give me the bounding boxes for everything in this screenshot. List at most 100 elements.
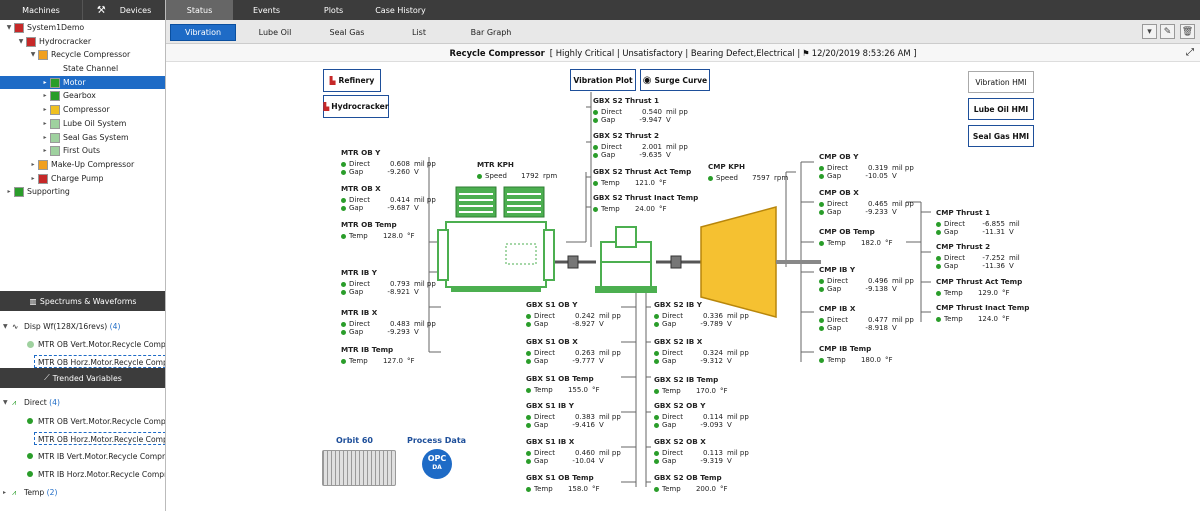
measurement-row[interactable]: Speed 1792 rpm	[477, 172, 557, 180]
tree-item[interactable]: ▼ System1Demo	[0, 21, 165, 35]
measurement-row[interactable]: Temp 158.0 °F	[526, 485, 600, 493]
delete-icon[interactable]: 🗑	[1180, 24, 1195, 39]
tab-machines[interactable]: Machines	[0, 0, 82, 20]
measurement-row[interactable]: Direct 0.460 mil pp	[526, 449, 621, 457]
measurement-row[interactable]: Gap -9.293 V	[341, 328, 419, 336]
subtab-vibration[interactable]: Vibration	[170, 24, 236, 41]
tree-item[interactable]: ▼ Hydrocracker	[0, 35, 165, 49]
measurement-row[interactable]: Gap -11.36 V	[936, 262, 1014, 270]
tree-item[interactable]: ▸ Make-Up Compressor	[0, 158, 165, 172]
measurement-row[interactable]: Gap -8.927 V	[526, 320, 604, 328]
tab-plots[interactable]: Plots	[300, 0, 367, 20]
measurement-row[interactable]: Direct 0.793 mil pp	[341, 280, 436, 288]
measurement-row[interactable]: Direct 0.465 mil pp	[819, 200, 914, 208]
measurement-row[interactable]: Direct 2.001 mil pp	[593, 143, 688, 151]
measurement-row[interactable]: Speed 7597 rpm	[708, 174, 788, 182]
orbit-60-rack-icon[interactable]	[322, 450, 396, 486]
measurement-row[interactable]: Direct 0.324 mil pp	[654, 349, 749, 357]
tree-item[interactable]: ▸ Motor	[0, 75, 165, 90]
vibration-plot-button[interactable]: Vibration Plot	[570, 69, 636, 91]
measurement-row[interactable]: Direct 0.540 mil pp	[593, 108, 688, 116]
edit-icon[interactable]: ✎	[1160, 24, 1175, 39]
expand-icon[interactable]: ▼	[4, 21, 14, 35]
measurement-row[interactable]: Direct 0.336 mil pp	[654, 312, 749, 320]
measurement-row[interactable]: Gap -8.921 V	[341, 288, 419, 296]
subtab-list[interactable]: List	[386, 24, 452, 41]
tree-item[interactable]: ▸ First Outs	[0, 144, 165, 158]
measurement-row[interactable]: Temp 129.0 °F	[936, 289, 1010, 297]
measurement-row[interactable]: Direct 0.483 mil pp	[341, 320, 436, 328]
seal-gas-hmi-button[interactable]: Seal Gas HMI	[968, 125, 1034, 147]
waveform-item[interactable]: MTR OB Vert.Motor.Recycle Compress	[0, 338, 165, 351]
measurement-row[interactable]: Gap -9.312 V	[654, 357, 732, 365]
tree-item[interactable]: ▸ Supporting	[0, 185, 165, 199]
refinery-button[interactable]: ▙ Refinery	[323, 69, 381, 92]
vibration-hmi-button[interactable]: Vibration HMI	[968, 71, 1034, 93]
measurement-row[interactable]: Gap -8.918 V	[819, 324, 897, 332]
measurement-row[interactable]: Gap -11.31 V	[936, 228, 1014, 236]
measurement-row[interactable]: Temp 124.0 °F	[936, 315, 1010, 323]
expand-icon[interactable]: ▸	[40, 76, 50, 90]
waveform-item[interactable]: MTR OB Horz.Motor.Recycle Compres	[34, 355, 165, 368]
tab-devices[interactable]: ⚒ Devices	[82, 0, 165, 20]
trended-header[interactable]: ⟋ Trended Variables	[0, 368, 165, 388]
measurement-row[interactable]: Gap -9.319 V	[654, 457, 732, 465]
tree-item[interactable]: ▸ Lube Oil System	[0, 117, 165, 131]
opc-da-icon[interactable]: OPC DA	[422, 449, 452, 479]
direct-group[interactable]: ▼ ⩘ Direct (4)	[0, 396, 165, 409]
measurement-row[interactable]: Gap -9.138 V	[819, 285, 897, 293]
measurement-row[interactable]: Temp 127.0 °F	[341, 357, 415, 365]
expand-icon[interactable]: ▸	[28, 158, 38, 172]
measurement-row[interactable]: Temp 24.00 °F	[593, 205, 667, 213]
expand-icon[interactable]: ▸	[40, 117, 50, 131]
measurement-row[interactable]: Direct 0.496 mil pp	[819, 277, 914, 285]
tree-item[interactable]: State Channel	[0, 62, 165, 76]
measurement-row[interactable]: Direct 0.477 mil pp	[819, 316, 914, 324]
measurement-row[interactable]: Temp 182.0 °F	[819, 239, 893, 247]
measurement-row[interactable]: Direct -6.855 mil	[936, 220, 1020, 228]
measurement-row[interactable]: Gap -10.04 V	[526, 457, 604, 465]
measurement-row[interactable]: Direct 0.242 mil pp	[526, 312, 621, 320]
measurement-row[interactable]: Gap -9.260 V	[341, 168, 419, 176]
expand-icon[interactable]: ▸	[4, 185, 14, 199]
spectrums-header[interactable]: ▥ Spectrums & Waveforms	[0, 291, 165, 311]
measurement-row[interactable]: Direct 0.319 mil pp	[819, 164, 914, 172]
measurement-row[interactable]: Direct 0.114 mil pp	[654, 413, 749, 421]
measurement-row[interactable]: Temp 121.0 °F	[593, 179, 667, 187]
waveform-group[interactable]: ▼ ∿ Disp Wf(128X/16revs) (4)	[0, 320, 165, 333]
measurement-row[interactable]: Direct 0.383 mil pp	[526, 413, 621, 421]
measurement-row[interactable]: Gap -9.416 V	[526, 421, 604, 429]
measurement-row[interactable]: Direct 0.608 mil pp	[341, 160, 436, 168]
expand-icon[interactable]: ▸	[40, 131, 50, 145]
expand-icon[interactable]: ▸	[28, 172, 38, 186]
measurement-row[interactable]: Temp 128.0 °F	[341, 232, 415, 240]
measurement-row[interactable]: Gap -9.947 V	[593, 116, 671, 124]
measurement-row[interactable]: Direct 0.414 mil pp	[341, 196, 436, 204]
subtab-bar-graph[interactable]: Bar Graph	[458, 24, 524, 41]
measurement-row[interactable]: Direct -7.252 mil	[936, 254, 1020, 262]
expand-icon[interactable]: ⤢	[1186, 47, 1194, 58]
lube-oil-hmi-button[interactable]: Lube Oil HMI	[968, 98, 1034, 120]
tree-item[interactable]: ▸ Charge Pump	[0, 172, 165, 186]
measurement-row[interactable]: Direct 0.263 mil pp	[526, 349, 621, 357]
expand-icon[interactable]: ▸	[40, 144, 50, 158]
tab-events[interactable]: Events	[233, 0, 300, 20]
subtab-lube-oil[interactable]: Lube Oil	[242, 24, 308, 41]
measurement-row[interactable]: Temp 180.0 °F	[819, 356, 893, 364]
expand-icon[interactable]: ▼	[16, 35, 26, 49]
measurement-row[interactable]: Direct 0.113 mil pp	[654, 449, 749, 457]
measurement-row[interactable]: Gap -9.093 V	[654, 421, 732, 429]
trended-item[interactable]: MTR IB Horz.Motor.Recycle Compress	[0, 468, 165, 481]
measurement-row[interactable]: Gap -9.687 V	[341, 204, 419, 212]
hydrocracker-button[interactable]: ▙ Hydrocracker	[323, 95, 389, 118]
measurement-row[interactable]: Gap -9.789 V	[654, 320, 732, 328]
tree-item[interactable]: ▸ Seal Gas System	[0, 131, 165, 145]
trended-item[interactable]: MTR OB Horz.Motor.Recycle Compres	[34, 432, 165, 445]
tree-item[interactable]: ▸ Gearbox	[0, 89, 165, 103]
measurement-row[interactable]: Gap -10.05 V	[819, 172, 897, 180]
tree-item[interactable]: ▼ Recycle Compressor	[0, 48, 165, 62]
temp-group[interactable]: ▸ ⩘ Temp (2)	[0, 486, 165, 499]
dropdown-icon[interactable]: ▾	[1142, 24, 1157, 39]
expand-icon[interactable]: ▼	[28, 48, 38, 62]
measurement-row[interactable]: Temp 200.0 °F	[654, 485, 728, 493]
